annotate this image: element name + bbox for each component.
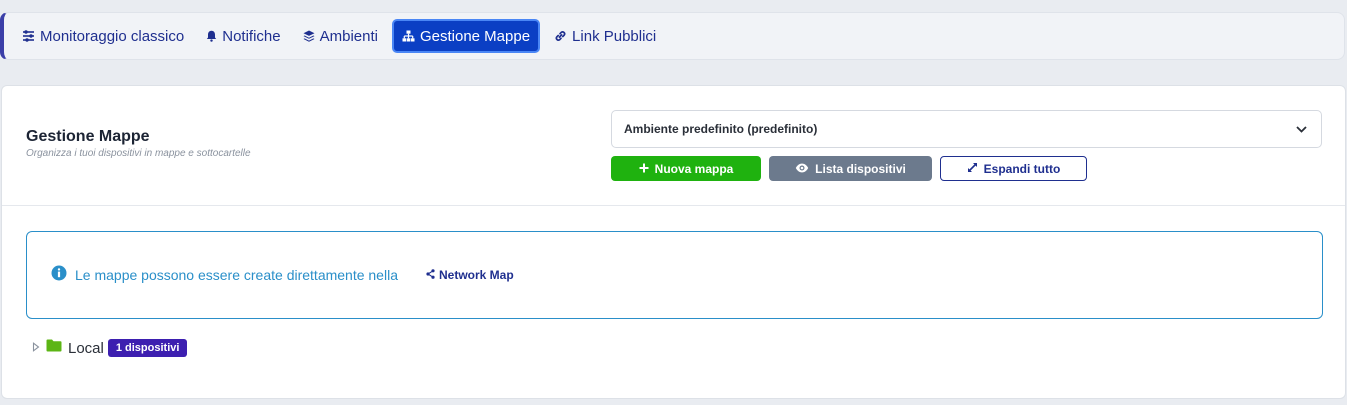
top-navigation: Monitoraggio classico Notifiche Ambienti… [0,12,1345,60]
environment-select[interactable]: Ambiente predefinito (predefinito) [611,110,1322,148]
new-map-button[interactable]: Nuova mappa [611,156,761,181]
new-map-label: Nuova mappa [654,161,734,176]
info-alert: Le mappe possono essere create direttame… [26,231,1323,319]
network-map-link-label: Network Map [438,268,514,282]
nav-item-gestione-mappe[interactable]: Gestione Mappe [391,19,541,53]
environment-select-value: Ambiente predefinito (predefinito) [624,122,818,136]
nav-item-ambienti[interactable]: Ambienti [295,19,386,53]
info-text: Le mappe possono essere create direttame… [75,267,398,283]
device-list-label: Lista dispositivi [815,161,906,176]
page-title: Gestione Mappe [26,128,150,145]
map-management-card: Gestione Mappe Organizza i tuoi disposit… [1,85,1346,399]
caret-right-icon[interactable] [32,339,40,357]
chevron-down-icon [1296,122,1307,136]
layers-icon [303,30,315,42]
nav-item-label: Ambienti [319,27,378,45]
sliders-icon [22,30,35,42]
network-map-link[interactable]: Network Map [426,268,514,282]
nav-item-label: Monitoraggio classico [40,27,185,45]
nav-item-label: Link Pubblici [572,27,657,45]
expand-all-label: Espandi tutto [983,161,1061,176]
nav-item-monitoraggio-classico[interactable]: Monitoraggio classico [14,19,192,53]
folder-icon [46,339,62,357]
expand-icon [967,162,978,176]
plus-icon [639,162,649,176]
device-list-button[interactable]: Lista dispositivi [769,156,932,181]
card-header: Gestione Mappe Organizza i tuoi disposit… [2,86,1345,206]
nav-item-notifiche[interactable]: Notifiche [198,19,288,53]
bell-icon [206,30,217,42]
nav-item-link-pubblici[interactable]: Link Pubblici [546,19,664,53]
eye-icon [795,162,809,176]
expand-all-button[interactable]: Espandi tutto [940,156,1087,181]
tree-item-label: Local [68,339,104,357]
nav-item-label: Notifiche [222,27,281,45]
tree-item-local[interactable]: Local 1 dispositivi [32,337,188,359]
share-nodes-icon [426,268,435,282]
page-subtitle: Organizza i tuoi dispositivi in mappe e … [26,148,251,159]
device-count-badge: 1 dispositivi [107,339,188,357]
info-icon [51,265,67,286]
nav-item-label: Gestione Mappe [419,27,531,45]
link-icon [554,30,567,42]
sitemap-icon [402,30,415,42]
